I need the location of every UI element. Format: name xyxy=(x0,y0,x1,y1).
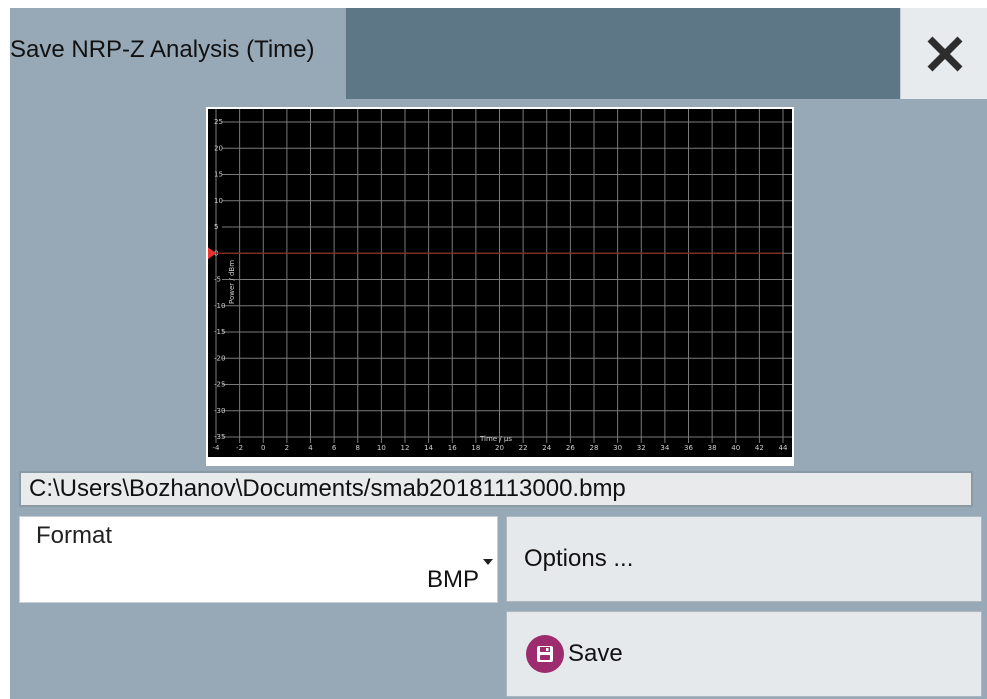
y-tick-label: 10 xyxy=(214,197,223,205)
close-button[interactable] xyxy=(900,8,987,99)
y-tick-label: -35 xyxy=(214,433,225,441)
x-tick-label: 6 xyxy=(332,444,337,452)
x-tick-label: 38 xyxy=(708,444,717,452)
y-tick-label: 15 xyxy=(214,171,223,179)
x-tick-label: 30 xyxy=(613,444,622,452)
save-icon xyxy=(526,635,564,673)
chart-preview: -4 -2 0 2 4 6 8 10 12 14 16 18 20 22 24 26 28 30 32 34 36 38 4… xyxy=(206,107,794,466)
y-tick-label: -20 xyxy=(214,354,225,362)
format-value: BMP xyxy=(426,566,479,593)
options-button-label: Options ... xyxy=(524,545,634,572)
x-tick-label: 4 xyxy=(308,444,313,452)
y-tick-label: -25 xyxy=(214,381,225,389)
x-tick-label: 42 xyxy=(755,444,764,452)
x-tick-label: 26 xyxy=(566,444,575,452)
x-tick-label: 18 xyxy=(471,444,480,452)
x-tick-label: 2 xyxy=(285,444,289,452)
x-tick-label: 10 xyxy=(377,444,386,452)
y-axis-label: Power / dBm xyxy=(228,260,236,304)
y-tick-label: -15 xyxy=(214,328,225,336)
x-tick-label: -4 xyxy=(213,444,221,452)
file-path-field[interactable]: C:\Users\Bozhanov\Documents/smab20181113… xyxy=(19,471,973,507)
y-tick-label: 25 xyxy=(214,118,223,126)
x-tick-label: 32 xyxy=(637,444,646,452)
format-label: Format xyxy=(36,522,113,549)
x-tick-label: 34 xyxy=(660,444,669,452)
x-tick-label: 36 xyxy=(684,444,693,452)
x-tick-label: 12 xyxy=(401,444,410,452)
x-tick-label: 22 xyxy=(519,444,528,452)
y-tick-label: 20 xyxy=(214,144,223,152)
save-button-label: Save xyxy=(568,640,623,667)
x-tick-label: 28 xyxy=(590,444,599,452)
x-tick-label: -2 xyxy=(236,444,243,452)
x-tick-label: 40 xyxy=(731,444,740,452)
chevron-down-icon xyxy=(483,559,493,565)
y-tick-label: 5 xyxy=(214,223,218,231)
x-tick-label: 8 xyxy=(356,444,360,452)
x-tick-label: 24 xyxy=(542,444,551,452)
x-tick-label: 20 xyxy=(495,444,504,452)
title-bar xyxy=(346,8,900,99)
close-icon xyxy=(927,36,962,71)
x-tick-label: 16 xyxy=(448,444,457,452)
y-tick-label: -10 xyxy=(214,302,225,310)
x-tick-label: 14 xyxy=(424,444,433,452)
format-select[interactable]: Format BMP xyxy=(19,516,498,603)
x-axis-label: Time / µs xyxy=(479,435,512,443)
save-button[interactable]: Save xyxy=(506,611,982,697)
power-time-chart: -4 -2 0 2 4 6 8 10 12 14 16 18 20 22 24 26 28 30 32 34 36 38 4… xyxy=(206,109,794,466)
y-tick-label: -30 xyxy=(214,407,225,415)
x-tick-label: 44 xyxy=(779,444,788,452)
options-button[interactable]: Options ... xyxy=(506,516,982,602)
y-tick-label: -5 xyxy=(214,276,221,284)
x-tick-label: 0 xyxy=(261,444,265,452)
preview-bottom-strip xyxy=(206,457,794,466)
dialog-title: Save NRP-Z Analysis (Time) xyxy=(10,36,315,63)
